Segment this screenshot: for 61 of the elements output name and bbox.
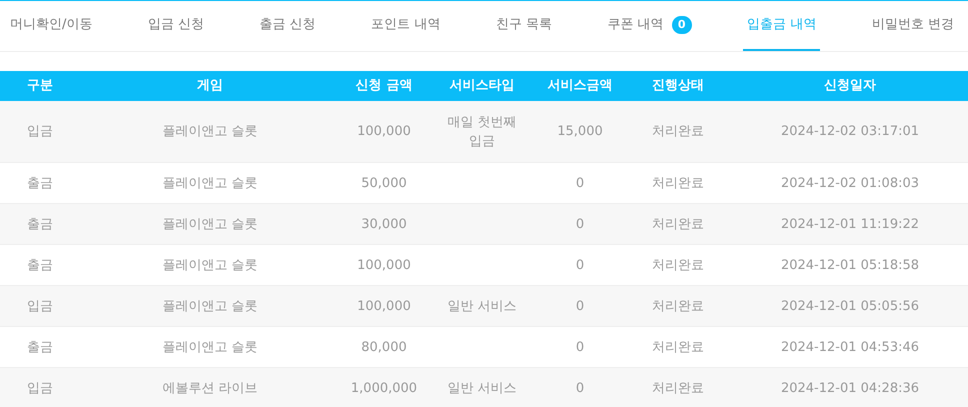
nav-tab[interactable]: 비밀번호 변경	[868, 1, 958, 51]
table-cell-text: 50,000	[361, 174, 407, 192]
table-cell-text: 2024-12-02 01:08:03	[780, 174, 920, 192]
table-cell-text: 플레이앤고 슬롯	[162, 338, 258, 356]
table-cell-text: 처리완료	[652, 338, 704, 356]
table-cell-text: 처리완료	[652, 298, 704, 316]
table-cell-text: 0	[576, 174, 584, 192]
table-cell-text: 출금	[27, 256, 53, 274]
nav-tab[interactable]: 쿠폰 내역 0	[604, 1, 696, 51]
column-header: 신청 금액	[356, 77, 412, 96]
nav-tab[interactable]: 입출금 내역	[743, 1, 820, 51]
table-cell-text: 100,000	[357, 298, 411, 316]
table-cell-text: 플레이앤고 슬롯	[162, 174, 258, 192]
nav-tab[interactable]: 친구 목록	[492, 1, 556, 51]
table-cell-text: 0	[576, 256, 584, 274]
nav-tab[interactable]: 머니확인/이동	[6, 1, 96, 51]
table-cell-text: 에볼루션 라이브	[162, 380, 258, 398]
table-cell-text: 처리완료	[652, 174, 704, 192]
table-cell-text: 매일 첫번째 입금	[446, 114, 518, 150]
table-cell-text: 2024-12-01 05:05:56	[780, 298, 920, 316]
nav-tab[interactable]: 입금 신청	[144, 1, 208, 51]
table-cell-text: 출금	[27, 338, 53, 356]
table-cell-text: 입금	[27, 298, 53, 316]
table-cell-text: 80,000	[361, 338, 407, 356]
column-header: 서비스타입	[450, 77, 514, 96]
table-cell-text: 일반 서비스	[447, 380, 517, 398]
table-cell-text: 0	[576, 380, 584, 398]
table-cell-text: 1,000,000	[350, 380, 418, 398]
table-cell-text: 플레이앤고 슬롯	[162, 123, 258, 141]
table-cell-text: 2024-12-01 04:53:46	[780, 338, 920, 356]
table-cell-text: 0	[576, 298, 584, 316]
table-cell-text: 출금	[27, 216, 53, 234]
column-header: 구분	[27, 77, 53, 96]
nav-tab[interactable]: 출금 신청	[256, 1, 320, 51]
table-cell-text: 처리완료	[652, 380, 704, 398]
table-cell-text: 0	[576, 216, 584, 234]
table-cell-text: 입금	[27, 380, 53, 398]
table-cell-text: 15,000	[557, 123, 603, 141]
count-badge: 0	[672, 16, 692, 34]
table-cell-text: 30,000	[361, 216, 407, 234]
table-cell-text: 플레이앤고 슬롯	[162, 256, 258, 274]
table-cell-text: 플레이앤고 슬롯	[162, 298, 258, 316]
table-cell-text: 0	[576, 338, 584, 356]
table-cell-text: 2024-12-01 04:28:36	[780, 380, 920, 398]
column-header: 신청일자	[824, 77, 876, 96]
table-cell-text: 처리완료	[652, 123, 704, 141]
table-cell-text: 입금	[27, 123, 53, 141]
table-cell-text: 플레이앤고 슬롯	[162, 216, 258, 234]
table-cell-text: 100,000	[357, 123, 411, 141]
table-cell-text: 100,000	[357, 256, 411, 274]
column-header: 서비스금액	[548, 77, 612, 96]
column-header: 게임	[197, 77, 223, 96]
nav-tab[interactable]: 포인트 내역	[367, 1, 444, 51]
table-cell-text: 2024-12-01 11:19:22	[780, 216, 920, 234]
table-cell-text: 처리완료	[652, 256, 704, 274]
table-cell-text: 처리완료	[652, 216, 704, 234]
table-cell-text: 2024-12-01 05:18:58	[780, 256, 920, 274]
table-cell-text: 2024-12-02 03:17:01	[780, 123, 920, 141]
column-header: 진행상태	[652, 77, 704, 96]
table-cell-text: 일반 서비스	[447, 298, 517, 316]
table-cell-text: 출금	[27, 174, 53, 192]
